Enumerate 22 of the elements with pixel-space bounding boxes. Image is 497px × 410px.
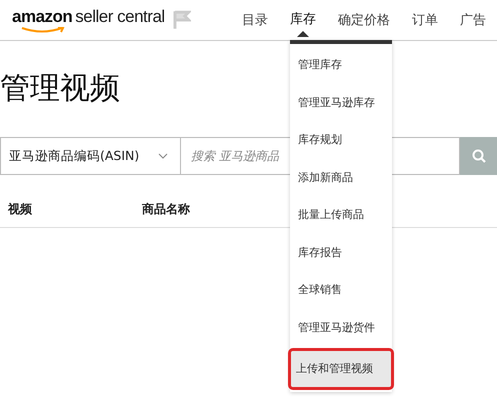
nav-tab[interactable]: 广告 [449, 0, 497, 40]
menu-item[interactable]: 库存报告 [290, 234, 392, 271]
chevron-down-icon [158, 153, 168, 159]
seller-central-logo: amazon seller central [12, 6, 174, 34]
filter-dropdown[interactable]: 亚马逊商品编码(ASIN) [0, 137, 181, 175]
page-title: 管理视频 [0, 70, 120, 108]
nav-tab[interactable]: 订单 [401, 0, 449, 40]
nav-tab[interactable]: 目录 [231, 0, 279, 40]
flag-icon[interactable] [173, 10, 191, 30]
menu-item[interactable]: 全球销售 [290, 271, 392, 308]
menu-item[interactable]: 库存规划 [290, 121, 392, 158]
menu-item[interactable]: 上传和管理视频 [290, 350, 392, 388]
menu-item[interactable]: 管理亚马逊库存 [290, 84, 392, 121]
menu-item[interactable]: 管理亚马逊货件 [290, 308, 392, 346]
column-header: 视频 [8, 201, 32, 218]
search-icon [472, 149, 486, 163]
menu-item[interactable]: 批量上传商品 [290, 196, 392, 234]
column-header: 商品名称 [142, 201, 190, 218]
menu-item[interactable]: 添加新商品 [290, 158, 392, 196]
menu-item[interactable]: 管理库存 [290, 46, 392, 84]
search-button[interactable] [460, 137, 497, 175]
nav-tab[interactable]: 确定价格 [327, 0, 401, 40]
